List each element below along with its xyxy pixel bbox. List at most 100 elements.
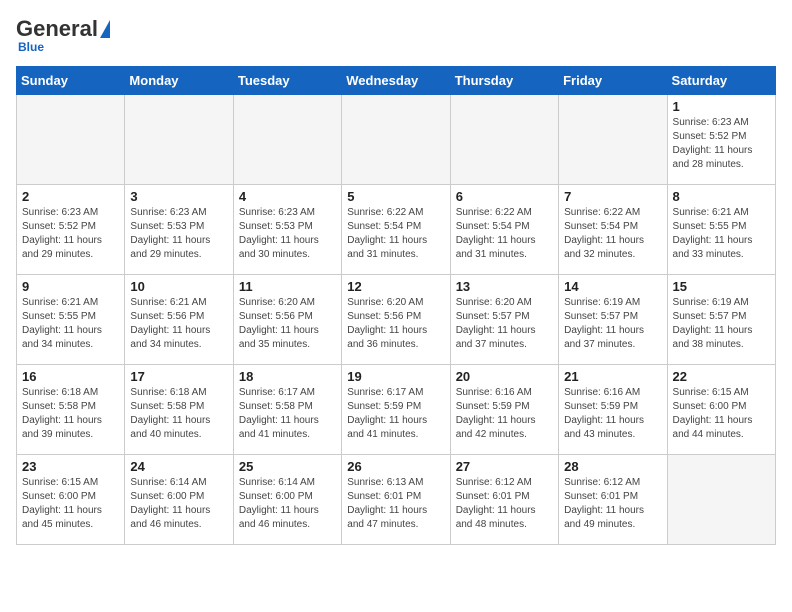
day-info: Sunrise: 6:18 AM Sunset: 5:58 PM Dayligh… (22, 386, 119, 442)
day-number: 17 (130, 369, 227, 384)
day-number: 15 (673, 279, 770, 294)
day-number: 18 (239, 369, 336, 384)
calendar-table: SundayMondayTuesdayWednesdayThursdayFrid… (16, 66, 776, 545)
calendar-cell: 13 Sunrise: 6:20 AM Sunset: 5:57 PM Dayli… (450, 275, 558, 365)
week-row-2: 2 Sunrise: 6:23 AM Sunset: 5:52 PM Daylig… (17, 185, 776, 275)
day-number: 9 (22, 279, 119, 294)
day-info: Sunrise: 6:19 AM Sunset: 5:57 PM Dayligh… (564, 296, 661, 352)
calendar-cell (559, 95, 667, 185)
day-number: 19 (347, 369, 444, 384)
calendar-cell: 20 Sunrise: 6:16 AM Sunset: 5:59 PM Dayli… (450, 365, 558, 455)
week-row-1: 1 Sunrise: 6:23 AM Sunset: 5:52 PM Daylig… (17, 95, 776, 185)
day-info: Sunrise: 6:23 AM Sunset: 5:53 PM Dayligh… (130, 206, 227, 262)
calendar-cell: 15 Sunrise: 6:19 AM Sunset: 5:57 PM Dayli… (667, 275, 775, 365)
day-info: Sunrise: 6:13 AM Sunset: 6:01 PM Dayligh… (347, 476, 444, 532)
weekday-header-wednesday: Wednesday (342, 67, 450, 95)
day-info: Sunrise: 6:23 AM Sunset: 5:52 PM Dayligh… (673, 116, 770, 172)
day-number: 22 (673, 369, 770, 384)
day-info: Sunrise: 6:14 AM Sunset: 6:00 PM Dayligh… (130, 476, 227, 532)
day-info: Sunrise: 6:23 AM Sunset: 5:52 PM Dayligh… (22, 206, 119, 262)
calendar-cell: 8 Sunrise: 6:21 AM Sunset: 5:55 PM Daylig… (667, 185, 775, 275)
calendar-cell: 22 Sunrise: 6:15 AM Sunset: 6:00 PM Dayli… (667, 365, 775, 455)
day-number: 26 (347, 459, 444, 474)
day-info: Sunrise: 6:15 AM Sunset: 6:00 PM Dayligh… (22, 476, 119, 532)
calendar-cell (125, 95, 233, 185)
calendar-cell: 21 Sunrise: 6:16 AM Sunset: 5:59 PM Dayli… (559, 365, 667, 455)
calendar-cell: 6 Sunrise: 6:22 AM Sunset: 5:54 PM Daylig… (450, 185, 558, 275)
day-info: Sunrise: 6:20 AM Sunset: 5:56 PM Dayligh… (347, 296, 444, 352)
day-number: 27 (456, 459, 553, 474)
day-info: Sunrise: 6:20 AM Sunset: 5:56 PM Dayligh… (239, 296, 336, 352)
day-number: 10 (130, 279, 227, 294)
calendar-cell: 16 Sunrise: 6:18 AM Sunset: 5:58 PM Dayli… (17, 365, 125, 455)
week-row-3: 9 Sunrise: 6:21 AM Sunset: 5:55 PM Daylig… (17, 275, 776, 365)
calendar-cell: 23 Sunrise: 6:15 AM Sunset: 6:00 PM Dayli… (17, 455, 125, 545)
day-number: 24 (130, 459, 227, 474)
weekday-header-monday: Monday (125, 67, 233, 95)
day-info: Sunrise: 6:22 AM Sunset: 5:54 PM Dayligh… (456, 206, 553, 262)
day-number: 11 (239, 279, 336, 294)
calendar-cell: 9 Sunrise: 6:21 AM Sunset: 5:55 PM Daylig… (17, 275, 125, 365)
day-number: 25 (239, 459, 336, 474)
calendar-cell (342, 95, 450, 185)
day-number: 5 (347, 189, 444, 204)
calendar-cell: 18 Sunrise: 6:17 AM Sunset: 5:58 PM Dayli… (233, 365, 341, 455)
day-number: 2 (22, 189, 119, 204)
calendar-cell: 7 Sunrise: 6:22 AM Sunset: 5:54 PM Daylig… (559, 185, 667, 275)
day-info: Sunrise: 6:19 AM Sunset: 5:57 PM Dayligh… (673, 296, 770, 352)
calendar-cell: 12 Sunrise: 6:20 AM Sunset: 5:56 PM Dayli… (342, 275, 450, 365)
logo-general-text: General (16, 16, 98, 42)
calendar-cell: 3 Sunrise: 6:23 AM Sunset: 5:53 PM Daylig… (125, 185, 233, 275)
day-number: 6 (456, 189, 553, 204)
day-info: Sunrise: 6:21 AM Sunset: 5:56 PM Dayligh… (130, 296, 227, 352)
page-header: General Blue (16, 16, 776, 54)
day-number: 21 (564, 369, 661, 384)
day-info: Sunrise: 6:12 AM Sunset: 6:01 PM Dayligh… (456, 476, 553, 532)
day-number: 3 (130, 189, 227, 204)
calendar-cell: 1 Sunrise: 6:23 AM Sunset: 5:52 PM Daylig… (667, 95, 775, 185)
weekday-header-saturday: Saturday (667, 67, 775, 95)
day-info: Sunrise: 6:17 AM Sunset: 5:58 PM Dayligh… (239, 386, 336, 442)
calendar-cell: 19Sunrise: 6:17 AM Sunset: 5:59 PM Dayli… (342, 365, 450, 455)
week-row-4: 16 Sunrise: 6:18 AM Sunset: 5:58 PM Dayli… (17, 365, 776, 455)
calendar-cell: 28Sunrise: 6:12 AM Sunset: 6:01 PM Dayli… (559, 455, 667, 545)
week-row-5: 23 Sunrise: 6:15 AM Sunset: 6:00 PM Dayli… (17, 455, 776, 545)
day-number: 7 (564, 189, 661, 204)
calendar-cell (667, 455, 775, 545)
calendar-cell (233, 95, 341, 185)
day-info: Sunrise: 6:14 AM Sunset: 6:00 PM Dayligh… (239, 476, 336, 532)
calendar-cell: 10 Sunrise: 6:21 AM Sunset: 5:56 PM Dayli… (125, 275, 233, 365)
weekday-header-friday: Friday (559, 67, 667, 95)
day-info: Sunrise: 6:22 AM Sunset: 5:54 PM Dayligh… (347, 206, 444, 262)
calendar-cell: 17 Sunrise: 6:18 AM Sunset: 5:58 PM Dayli… (125, 365, 233, 455)
day-number: 1 (673, 99, 770, 114)
logo: General Blue (16, 16, 110, 54)
day-info: Sunrise: 6:20 AM Sunset: 5:57 PM Dayligh… (456, 296, 553, 352)
day-info: Sunrise: 6:16 AM Sunset: 5:59 PM Dayligh… (564, 386, 661, 442)
day-number: 20 (456, 369, 553, 384)
calendar-cell: 24 Sunrise: 6:14 AM Sunset: 6:00 PM Dayli… (125, 455, 233, 545)
day-number: 4 (239, 189, 336, 204)
calendar-cell: 4Sunrise: 6:23 AM Sunset: 5:53 PM Daylig… (233, 185, 341, 275)
day-number: 8 (673, 189, 770, 204)
day-info: Sunrise: 6:21 AM Sunset: 5:55 PM Dayligh… (22, 296, 119, 352)
day-info: Sunrise: 6:12 AM Sunset: 6:01 PM Dayligh… (564, 476, 661, 532)
day-number: 16 (22, 369, 119, 384)
day-number: 13 (456, 279, 553, 294)
calendar-cell: 5 Sunrise: 6:22 AM Sunset: 5:54 PM Daylig… (342, 185, 450, 275)
calendar-cell (450, 95, 558, 185)
calendar-cell: 26 Sunrise: 6:13 AM Sunset: 6:01 PM Dayli… (342, 455, 450, 545)
day-info: Sunrise: 6:22 AM Sunset: 5:54 PM Dayligh… (564, 206, 661, 262)
day-info: Sunrise: 6:18 AM Sunset: 5:58 PM Dayligh… (130, 386, 227, 442)
logo-triangle-icon (100, 20, 110, 38)
day-number: 23 (22, 459, 119, 474)
day-info: Sunrise: 6:15 AM Sunset: 6:00 PM Dayligh… (673, 386, 770, 442)
day-number: 14 (564, 279, 661, 294)
day-number: 12 (347, 279, 444, 294)
day-info: Sunrise: 6:21 AM Sunset: 5:55 PM Dayligh… (673, 206, 770, 262)
day-info: Sunrise: 6:16 AM Sunset: 5:59 PM Dayligh… (456, 386, 553, 442)
weekday-header-tuesday: Tuesday (233, 67, 341, 95)
calendar-cell: 27 Sunrise: 6:12 AM Sunset: 6:01 PM Dayli… (450, 455, 558, 545)
logo-blue-text: Blue (16, 40, 44, 54)
calendar-cell: 11 Sunrise: 6:20 AM Sunset: 5:56 PM Dayli… (233, 275, 341, 365)
